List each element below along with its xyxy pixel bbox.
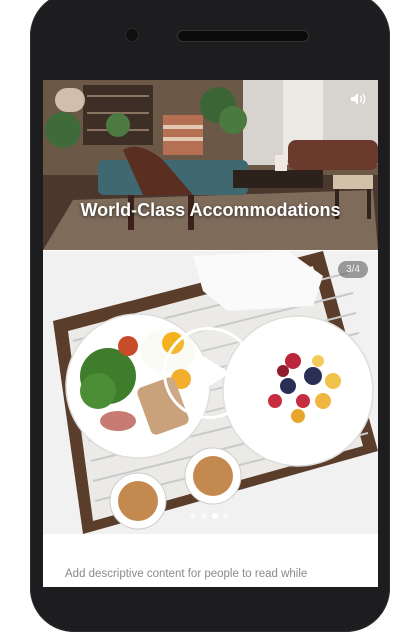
- front-camera: [125, 28, 139, 42]
- hero-title: World-Class Accommodations: [80, 200, 341, 220]
- speaker-volume-icon[interactable]: [350, 92, 368, 106]
- play-icon: [200, 354, 230, 392]
- carousel-dot[interactable]: [190, 513, 196, 519]
- carousel-dot-active[interactable]: [212, 513, 218, 519]
- carousel-dot[interactable]: [201, 513, 207, 519]
- carousel-dots: [190, 513, 240, 521]
- play-button[interactable]: [163, 327, 255, 419]
- carousel-dot[interactable]: [223, 513, 229, 519]
- phone-screen: World-Class Accommodations 3/4 Add descr…: [43, 80, 378, 587]
- hero-image: World-Class Accommodations: [43, 80, 378, 250]
- description-text: Add descriptive content for people to re…: [65, 568, 308, 580]
- earpiece-speaker: [177, 30, 309, 42]
- lobby-illustration: [43, 80, 378, 250]
- description-section: Add descriptive content for people to re…: [43, 534, 378, 587]
- video-player[interactable]: 3/4: [43, 251, 378, 534]
- slide-counter: 3/4: [338, 261, 368, 278]
